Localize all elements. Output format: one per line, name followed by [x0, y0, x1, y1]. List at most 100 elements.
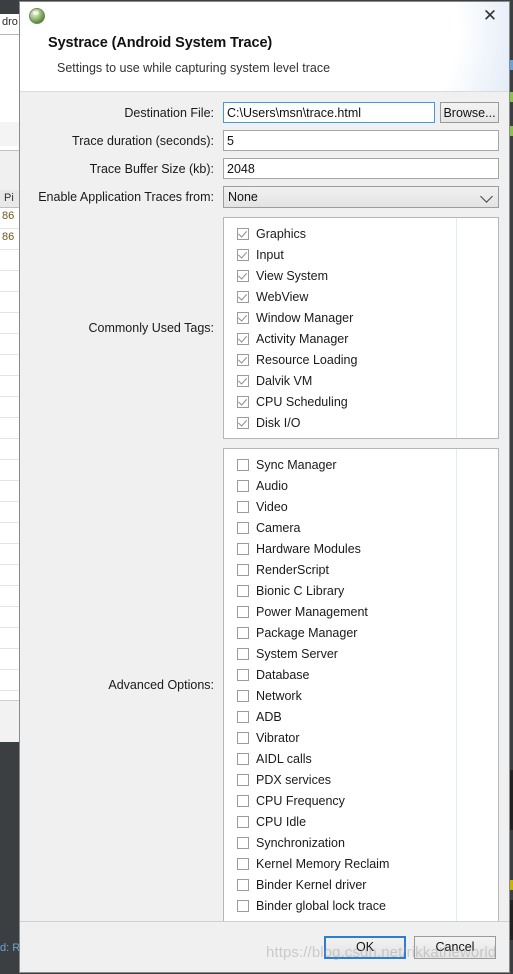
checkbox-unchecked-icon[interactable]	[237, 626, 249, 639]
checkbox-unchecked-icon[interactable]	[237, 836, 249, 849]
advanced-option-label: Package Manager	[256, 625, 358, 640]
header-gradient-decoration	[249, 2, 509, 91]
advanced-option-label: Binder global lock trace	[256, 898, 386, 913]
checkbox-checked-icon[interactable]	[237, 416, 249, 429]
common-tag-label: Disk I/O	[256, 415, 301, 430]
checkbox-unchecked-icon[interactable]	[237, 752, 249, 765]
checkbox-unchecked-icon[interactable]	[237, 458, 249, 471]
advanced-option-label: Audio	[256, 478, 288, 493]
checkbox-unchecked-icon[interactable]	[237, 605, 249, 618]
group-row-common-tags: Commonly Used Tags: Graphics Input View Sy…	[30, 217, 499, 439]
advanced-option-label: AIDL calls	[256, 751, 312, 766]
trace-duration-label: Trace duration (seconds):	[72, 133, 214, 148]
checkbox-unchecked-icon[interactable]	[237, 857, 249, 870]
checkbox-checked-icon[interactable]	[237, 332, 249, 345]
trace-buffer-size-label: Trace Buffer Size (kb):	[89, 161, 214, 176]
advanced-option-label: Power Management	[256, 604, 368, 619]
systrace-dialog: ✕ Systrace (Android System Trace) Settin…	[19, 1, 510, 973]
checkbox-unchecked-icon[interactable]	[237, 710, 249, 723]
group-row-advanced-options: Advanced Options: Sync Manager Audio Video…	[30, 448, 499, 921]
checkbox-unchecked-icon[interactable]	[237, 647, 249, 660]
advanced-option-label: Sync Manager	[256, 457, 337, 472]
chevron-down-icon	[480, 190, 493, 203]
advanced-option-label: Vibrator	[256, 730, 300, 745]
common-tag-label: CPU Scheduling	[256, 394, 348, 409]
advanced-option-label: Binder Kernel driver	[256, 877, 367, 892]
common-tag-label: Graphics	[256, 226, 307, 241]
checkbox-unchecked-icon[interactable]	[237, 731, 249, 744]
advanced-option-label: CPU Idle	[256, 814, 307, 829]
checkbox-checked-icon[interactable]	[237, 395, 249, 408]
app-traces-selected-value: None	[228, 190, 258, 204]
trace-duration-input[interactable]	[223, 130, 499, 151]
dialog-footer: OK Cancel	[20, 921, 509, 972]
advanced-option-label: Camera	[256, 520, 301, 535]
background-row-value: 86	[2, 231, 15, 243]
checkbox-unchecked-icon[interactable]	[237, 479, 249, 492]
dialog-subtitle: Settings to use while capturing system l…	[57, 61, 331, 75]
checkbox-unchecked-icon[interactable]	[237, 542, 249, 555]
background-row-value: 86	[2, 210, 15, 222]
list-column-divider	[456, 218, 457, 438]
checkbox-unchecked-icon[interactable]	[237, 584, 249, 597]
advanced-option-label: CPU Frequency	[256, 793, 345, 808]
trace-buffer-size-input[interactable]	[223, 158, 499, 179]
checkbox-checked-icon[interactable]	[237, 227, 249, 240]
checkbox-unchecked-icon[interactable]	[237, 500, 249, 513]
checkbox-unchecked-icon[interactable]	[237, 689, 249, 702]
dialog-body: Destination File: Browse... Trace durati…	[20, 92, 509, 921]
checkbox-unchecked-icon[interactable]	[237, 563, 249, 576]
advanced-option-label: Bionic C Library	[256, 583, 345, 598]
checkbox-checked-icon[interactable]	[237, 353, 249, 366]
ok-button[interactable]: OK	[324, 935, 406, 959]
cancel-button[interactable]: Cancel	[414, 935, 496, 959]
advanced-option-label: ADB	[256, 709, 282, 724]
advanced-option-label: Network	[256, 688, 302, 703]
checkbox-checked-icon[interactable]	[237, 374, 249, 387]
common-tag-label: WebView	[256, 289, 309, 304]
advanced-options-label: Advanced Options:	[108, 678, 214, 692]
app-traces-select[interactable]: None	[223, 186, 499, 208]
dialog-header: ✕ Systrace (Android System Trace) Settin…	[20, 2, 509, 92]
advanced-option-label: Video	[256, 499, 288, 514]
common-tag-label: Activity Manager	[256, 331, 349, 346]
checkbox-checked-icon[interactable]	[237, 311, 249, 324]
field-row-trace-duration: Trace duration (seconds):	[30, 130, 499, 151]
checkbox-unchecked-icon[interactable]	[237, 773, 249, 786]
field-row-destination-file: Destination File: Browse...	[30, 102, 499, 123]
checkbox-checked-icon[interactable]	[237, 248, 249, 261]
checkbox-unchecked-icon[interactable]	[237, 794, 249, 807]
common-tag-label: View System	[256, 268, 329, 283]
checkbox-checked-icon[interactable]	[237, 269, 249, 282]
destination-file-label: Destination File:	[124, 105, 214, 120]
advanced-option-label: Database	[256, 667, 310, 682]
advanced-option-label: Kernel Memory Reclaim	[256, 856, 390, 871]
checkbox-unchecked-icon[interactable]	[237, 668, 249, 681]
destination-file-input[interactable]	[223, 102, 435, 123]
dialog-title: Systrace (Android System Trace)	[48, 35, 273, 51]
advanced-options-list: Sync Manager Audio Video Camera Hardware Mod…	[223, 448, 499, 921]
checkbox-unchecked-icon[interactable]	[237, 815, 249, 828]
advanced-option-label: Hardware Modules	[256, 541, 361, 556]
common-tag-label: Dalvik VM	[256, 373, 313, 388]
field-row-app-traces: Enable Application Traces from: None	[30, 186, 499, 208]
screenshot-root: dro Pi 86 86 d: Ru ✕ Systrace (Android S…	[0, 0, 513, 974]
common-tags-list: Graphics Input View System WebView Window Ma…	[223, 217, 499, 439]
checkbox-unchecked-icon[interactable]	[237, 878, 249, 891]
background-column-pid: Pi	[4, 192, 14, 204]
common-tags-label: Commonly Used Tags:	[88, 321, 214, 335]
field-row-trace-buffer-size: Trace Buffer Size (kb):	[30, 158, 499, 179]
list-column-divider	[456, 449, 457, 921]
close-icon[interactable]: ✕	[477, 4, 503, 26]
browse-button[interactable]: Browse...	[440, 102, 499, 123]
common-tag-label: Resource Loading	[256, 352, 358, 367]
checkbox-checked-icon[interactable]	[237, 290, 249, 303]
systrace-sphere-icon	[29, 8, 45, 24]
background-tab-label[interactable]: dro	[2, 16, 18, 28]
app-traces-label: Enable Application Traces from:	[38, 190, 214, 204]
checkbox-unchecked-icon[interactable]	[237, 521, 249, 534]
advanced-option-label: Synchronization	[256, 835, 345, 850]
common-tag-label: Window Manager	[256, 310, 354, 325]
checkbox-unchecked-icon[interactable]	[237, 899, 249, 912]
advanced-option-label: RenderScript	[256, 562, 329, 577]
